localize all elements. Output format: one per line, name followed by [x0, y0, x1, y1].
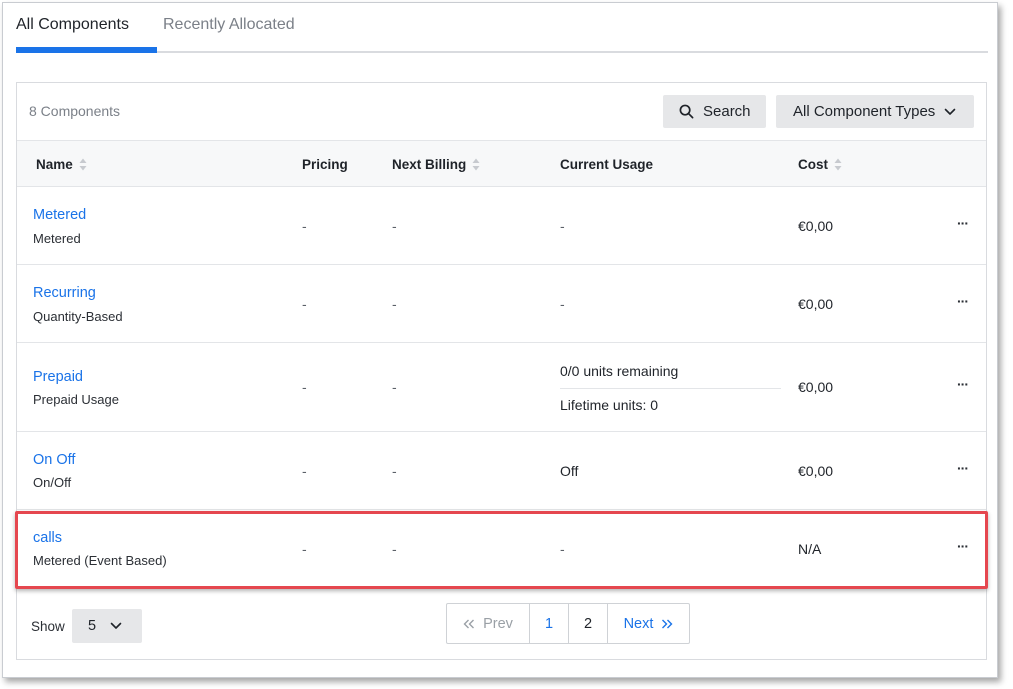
table-row: Prepaid Prepaid Usage - - 0/0 units rema…: [17, 343, 986, 432]
column-header-name[interactable]: Name: [36, 157, 87, 172]
column-header-cost-label: Cost: [798, 157, 828, 172]
cost-value: €0,00: [798, 463, 834, 479]
current-usage-value: Off: [560, 463, 579, 479]
pricing-value: -: [302, 218, 307, 234]
next-page-button[interactable]: Next: [608, 604, 689, 643]
table-row: Metered Metered - - - €0,00 ···: [17, 187, 986, 265]
component-type: Prepaid Usage: [33, 392, 119, 407]
pagination: Prev 1 2 Next: [446, 603, 690, 644]
next-billing-value: -: [392, 296, 397, 312]
more-icon[interactable]: ···: [957, 293, 969, 309]
component-type: On/Off: [33, 475, 72, 490]
next-page-label: Next: [623, 615, 654, 632]
more-icon[interactable]: ···: [957, 215, 969, 231]
page-size-select[interactable]: 5: [72, 609, 142, 643]
table-row: Recurring Quantity-Based - - - €0,00 ···: [17, 265, 986, 343]
column-header-pricing: Pricing: [302, 157, 348, 172]
search-icon: [679, 104, 694, 119]
tab-recently-allocated[interactable]: Recently Allocated: [163, 16, 295, 34]
double-chevron-left-icon: [463, 619, 475, 628]
cost-value: €0,00: [798, 296, 834, 312]
chevron-down-icon: [945, 108, 956, 115]
search-button-label: Search: [703, 103, 751, 120]
current-usage-value: -: [560, 218, 565, 234]
chevron-down-icon: [110, 622, 122, 629]
units-remaining-value: 0/0 units remaining: [560, 363, 679, 379]
component-type: Quantity-Based: [33, 309, 123, 324]
highlight-box: [15, 511, 988, 589]
tab-all-components[interactable]: All Components: [16, 16, 129, 34]
sort-icon: [79, 158, 87, 171]
column-header-current-usage-label: Current Usage: [560, 157, 654, 172]
column-header-next-billing[interactable]: Next Billing: [392, 157, 480, 172]
components-count: 8 Components: [29, 103, 121, 119]
prev-page-button[interactable]: Prev: [447, 604, 530, 643]
column-header-current-usage: Current Usage: [560, 157, 653, 172]
show-label: Show: [31, 619, 65, 634]
lifetime-units-value: Lifetime units: 0: [560, 397, 659, 413]
component-name-link[interactable]: On Off: [33, 452, 75, 468]
cost-value: €0,00: [798, 379, 834, 395]
active-tab-indicator: [16, 47, 157, 53]
sort-icon: [472, 158, 480, 171]
component-name-link[interactable]: Metered: [33, 207, 86, 223]
cost-value: €0,00: [798, 218, 834, 234]
more-icon[interactable]: ···: [957, 376, 969, 392]
table-row: On Off On/Off - - Off €0,00 ···: [17, 432, 986, 510]
pricing-value: -: [302, 379, 307, 395]
usage-divider: [560, 388, 781, 389]
page-2-button[interactable]: 2: [569, 604, 608, 643]
next-billing-value: -: [392, 379, 397, 395]
column-header-cost[interactable]: Cost: [798, 157, 842, 172]
component-types-label: All Component Types: [793, 103, 936, 120]
tab-bar: All Components Recently Allocated: [16, 3, 988, 53]
sort-icon: [834, 158, 842, 171]
next-billing-value: -: [392, 218, 397, 234]
next-billing-value: -: [392, 463, 397, 479]
current-usage-value: -: [560, 296, 565, 312]
double-chevron-right-icon: [662, 619, 673, 628]
page-size-value: 5: [88, 618, 97, 634]
panel-header: 8 Components Search All Component Types: [17, 83, 986, 141]
component-name-link[interactable]: Prepaid: [33, 369, 83, 385]
pricing-value: -: [302, 463, 307, 479]
more-icon[interactable]: ···: [957, 460, 969, 476]
component-name-link[interactable]: Recurring: [33, 285, 96, 301]
search-button[interactable]: Search: [663, 95, 766, 128]
table-header: Name Pricing Next Billing Current Usage …: [17, 141, 986, 187]
component-types-dropdown[interactable]: All Component Types: [776, 95, 974, 128]
pricing-value: -: [302, 296, 307, 312]
prev-page-label: Prev: [483, 615, 513, 632]
component-type: Metered: [33, 231, 81, 246]
column-header-name-label: Name: [36, 157, 73, 172]
column-header-next-billing-label: Next Billing: [392, 157, 467, 172]
column-header-pricing-label: Pricing: [302, 157, 348, 172]
components-panel: 8 Components Search All Component Types …: [15, 82, 988, 660]
page-1-button[interactable]: 1: [530, 604, 569, 643]
components-window: All Components Recently Allocated 8 Comp…: [2, 2, 998, 678]
